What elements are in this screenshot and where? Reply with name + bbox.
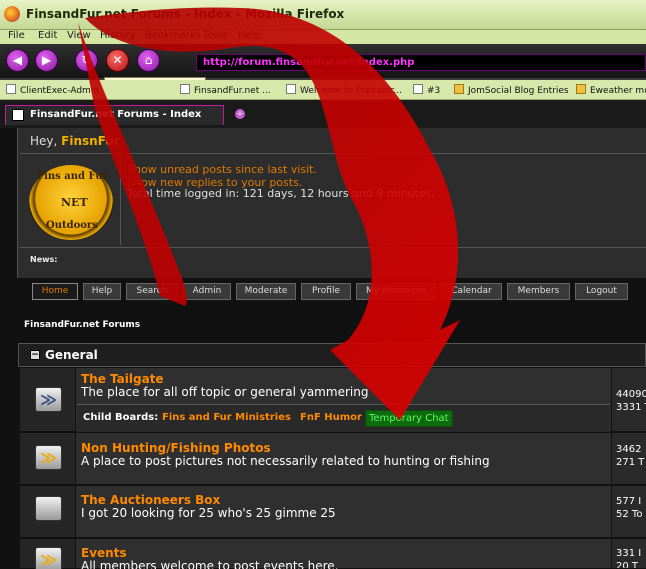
board-row: ≫ Events All members welcome to post eve… xyxy=(20,539,646,569)
url-bar[interactable]: http://forum.finsandfur.net/index.php xyxy=(196,54,646,71)
news-label: News: xyxy=(30,255,58,264)
page-icon xyxy=(413,84,423,94)
bookmark-jomsocial[interactable]: JomSocial Blog Entries xyxy=(454,84,569,96)
predator-icon xyxy=(286,84,296,94)
forum-heading: FinsandFur.net Forums xyxy=(24,320,141,330)
menu-file[interactable]: File xyxy=(8,30,25,41)
menu-view[interactable]: View xyxy=(67,30,91,41)
back-button[interactable]: ◀ xyxy=(6,49,29,72)
board-description: All members welcome to post events here. xyxy=(81,559,339,569)
menu-moderate-button[interactable]: Moderate xyxy=(236,283,296,300)
logo-text-top: Fins and Fur xyxy=(37,171,108,182)
child-board-link-highlighted[interactable]: Temporary Chat xyxy=(365,410,453,427)
menu-home-button[interactable]: Home xyxy=(32,283,78,300)
menu-logout-button[interactable]: Logout xyxy=(575,283,628,300)
forum-icon: ≫ xyxy=(35,387,62,412)
board-description: The place for all off topic or general y… xyxy=(81,385,369,399)
logo-text-mid: NET xyxy=(61,196,88,209)
firefox-icon xyxy=(4,6,20,22)
menu-admin-button[interactable]: Admin xyxy=(183,283,231,300)
board-description: A place to post pictures not necessarily… xyxy=(81,454,490,468)
board-stats: 440903331 T xyxy=(611,368,646,431)
home-button[interactable]: ⌂ xyxy=(137,49,160,72)
menu-messages-button[interactable]: My Messages xyxy=(356,283,436,300)
tab-forums-index[interactable]: FinsandFur.net Forums - Index xyxy=(5,105,224,125)
menu-search-button[interactable]: Search xyxy=(126,283,178,300)
user-greeting: Hey, FinsnFur xyxy=(30,134,120,148)
bookmark-eweather[interactable]: Eweather mo xyxy=(576,84,646,96)
site-favicon xyxy=(12,109,24,121)
board-description: I got 20 looking for 25 who's 25 gimme 2… xyxy=(81,506,336,520)
board-name-link[interactable]: The Tailgate xyxy=(81,372,164,386)
menu-members-button[interactable]: Members xyxy=(507,283,570,300)
child-board-link[interactable]: Fins and Fur Ministries xyxy=(162,412,291,423)
menu-edit[interactable]: Edit xyxy=(38,30,57,41)
category-name: General xyxy=(45,348,98,362)
bookmark-clientexec[interactable]: ClientExec-Admin xyxy=(6,84,99,96)
page-icon xyxy=(6,84,16,94)
user-name: FinsnFur xyxy=(61,134,120,148)
new-tab-button[interactable]: + xyxy=(235,109,245,119)
folder-icon xyxy=(576,84,586,94)
forum-icon: ≫ xyxy=(35,547,62,569)
bookmarks-toolbar: ClientExec-Admin FinsandFur.net ... Welc… xyxy=(0,80,646,100)
menu-calendar-button[interactable]: Calendar xyxy=(441,283,502,300)
child-boards-label: Child Boards: xyxy=(83,412,159,423)
collapse-toggle[interactable]: − xyxy=(30,350,40,360)
category-header: − General xyxy=(18,343,646,367)
board-row: ≫ Non Hunting/Fishing Photos A place to … xyxy=(20,433,646,485)
time-logged-in: Total time logged in: 121 days, 12 hours… xyxy=(127,187,435,200)
url-text: http://forum.finsandfur.net/index.php xyxy=(203,57,415,68)
logo-text-bottom: Outdoors xyxy=(46,220,98,231)
stop-button[interactable]: ✕ xyxy=(106,49,129,72)
window-title: FinsandFur.net Forums - Index - Mozilla … xyxy=(26,7,345,21)
tab-label: FinsandFur.net Forums - Index xyxy=(30,109,202,120)
child-board-link[interactable]: FnF Humor xyxy=(300,412,362,423)
menu-help[interactable]: Help xyxy=(238,30,261,41)
bookmark-predator[interactable]: Welcome to Predator... xyxy=(286,84,402,96)
avatar: Fins and Fur NET Outdoors xyxy=(29,165,113,240)
board-name-link[interactable]: Events xyxy=(81,546,127,560)
bookmark-3[interactable]: #3 xyxy=(413,84,440,96)
menu-bookmarks[interactable]: Bookmarks xyxy=(145,30,201,41)
board-stats: 577 I 52 To xyxy=(611,486,646,537)
menu-profile-button[interactable]: Profile xyxy=(301,283,351,300)
board-stats: 3462 271 T xyxy=(611,433,646,484)
divider xyxy=(20,247,646,248)
reload-button[interactable]: ↻ xyxy=(75,49,98,72)
board-name-link[interactable]: Non Hunting/Fishing Photos xyxy=(81,441,271,455)
bookmark-finsandfur[interactable]: FinsandFur.net ... xyxy=(180,84,271,96)
page-icon xyxy=(180,84,190,94)
board-name-link[interactable]: The Auctioneers Box xyxy=(81,493,220,507)
menu-history[interactable]: History xyxy=(100,30,136,41)
forum-icon xyxy=(35,496,62,521)
child-boards: Child Boards: Fins and Fur Ministries Fn… xyxy=(77,404,610,432)
folder-icon xyxy=(454,84,464,94)
forward-button[interactable]: ▶ xyxy=(35,49,58,72)
menu-tools[interactable]: Tools xyxy=(203,30,228,41)
board-row: The Auctioneers Box I got 20 looking for… xyxy=(20,486,646,538)
menu-bar: File Edit View History Bookmarks Tools H… xyxy=(0,30,646,44)
board-stats: 331 I 20 T xyxy=(611,539,646,568)
browser-window: FinsandFur.net Forums - Index - Mozilla … xyxy=(0,0,646,569)
menu-help-button[interactable]: Help xyxy=(83,283,121,300)
title-bar: FinsandFur.net Forums - Index - Mozilla … xyxy=(0,0,646,30)
unread-posts-link[interactable]: Show unread posts since last visit. xyxy=(127,163,317,176)
forum-icon: ≫ xyxy=(35,445,62,470)
